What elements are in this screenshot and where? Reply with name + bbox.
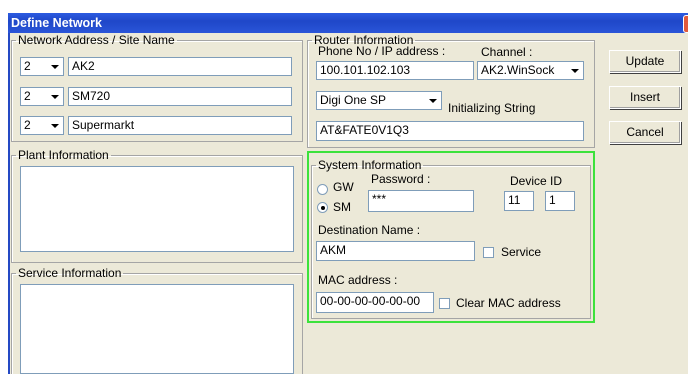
site-name-field-1[interactable]: AK2 bbox=[68, 57, 292, 76]
network-number-3: 2 bbox=[24, 118, 31, 132]
title-bar: Define Network ✕ bbox=[8, 13, 688, 33]
network-number-combo-1[interactable]: 2 bbox=[20, 57, 64, 76]
site-name-field-3[interactable]: Supermarkt bbox=[68, 116, 292, 135]
initializing-string-label: Initializing String bbox=[448, 101, 536, 115]
service-information-legend: Service Information bbox=[18, 266, 122, 280]
define-network-dialog: Define Network ✕ Network Address / Site … bbox=[0, 0, 688, 374]
phone-ip-field[interactable]: 100.101.102.103 bbox=[316, 61, 474, 80]
network-number-combo-2[interactable]: 2 bbox=[20, 87, 64, 106]
network-number-2: 2 bbox=[24, 89, 31, 103]
channel-value: AK2.WinSock bbox=[481, 63, 555, 77]
modem-value: Digi One SP bbox=[320, 93, 387, 107]
plant-information-legend: Plant Information bbox=[18, 148, 109, 162]
chevron-down-icon[interactable] bbox=[45, 58, 63, 75]
site-name-field-2[interactable]: SM720 bbox=[68, 87, 292, 106]
plant-information-text[interactable] bbox=[20, 166, 294, 252]
window-title: Define Network bbox=[11, 16, 102, 30]
window-frame-edge bbox=[8, 33, 10, 374]
system-information-highlight bbox=[307, 151, 595, 323]
chevron-down-icon[interactable] bbox=[423, 92, 441, 109]
close-icon[interactable]: ✕ bbox=[683, 15, 688, 33]
channel-combo[interactable]: AK2.WinSock bbox=[477, 61, 584, 80]
phone-ip-label: Phone No / IP address : bbox=[318, 44, 446, 58]
cancel-button[interactable]: Cancel bbox=[609, 121, 681, 144]
chevron-down-icon[interactable] bbox=[45, 117, 63, 134]
modem-combo[interactable]: Digi One SP bbox=[316, 91, 442, 110]
network-number-combo-3[interactable]: 2 bbox=[20, 116, 64, 135]
insert-button[interactable]: Insert bbox=[609, 86, 681, 109]
service-information-text[interactable] bbox=[20, 284, 294, 374]
update-button[interactable]: Update bbox=[609, 50, 681, 73]
network-address-legend: Network Address / Site Name bbox=[18, 33, 175, 47]
network-number-1: 2 bbox=[24, 59, 31, 73]
chevron-down-icon[interactable] bbox=[45, 88, 63, 105]
channel-label: Channel : bbox=[481, 45, 533, 59]
chevron-down-icon[interactable] bbox=[565, 62, 583, 79]
initializing-string-field[interactable]: AT&FATE0V1Q3 bbox=[316, 121, 584, 141]
